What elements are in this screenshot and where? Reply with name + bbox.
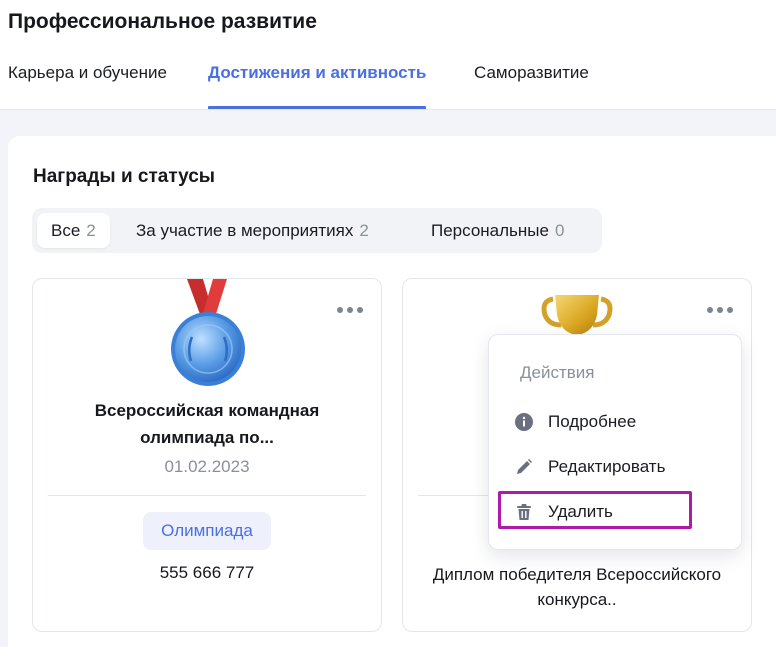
card-divider (48, 495, 366, 496)
more-options-icon[interactable] (337, 305, 363, 315)
award-title: Диплом победителя Всероссийского конкурс… (432, 565, 722, 609)
page-title: Профессиональное развитие (8, 10, 317, 33)
award-category-tag: Олимпиада (143, 512, 271, 550)
medal-icon (171, 279, 245, 386)
tab-label: Достижения и активность (208, 63, 427, 82)
filter-count: 2 (86, 221, 96, 240)
menu-item-details[interactable]: Подробнее (513, 407, 727, 437)
award-title: Всероссийская командная олимпиада по... (94, 401, 320, 447)
filter-label: Персональные (431, 221, 549, 240)
tab-label: Саморазвитие (474, 63, 589, 82)
filter-count: 0 (554, 221, 565, 240)
filter-label: За участие в мероприятиях (136, 221, 354, 240)
menu-item-label: Редактировать (548, 457, 666, 476)
highlight-box (498, 491, 692, 529)
filter-segmented-control: Все 2 За участие в мероприятиях 2 Персонал… (32, 208, 602, 253)
more-options-icon[interactable] (707, 305, 733, 315)
menu-item-label: Подробнее (548, 412, 637, 431)
tab-career-learning[interactable]: Карьера и обучение (8, 62, 167, 110)
award-number: 555 666 777 (159, 563, 255, 582)
info-icon (515, 413, 533, 431)
filter-label: Все (51, 221, 81, 240)
pencil-icon (517, 459, 532, 474)
award-date: 01.02.2023 (164, 457, 250, 476)
tab-achievements[interactable]: Достижения и активность (208, 62, 427, 110)
filter-events[interactable]: За участие в мероприятиях 2 (122, 213, 383, 248)
award-card[interactable]: Всероссийская командная олимпиада по... … (32, 278, 382, 632)
menu-item-edit[interactable]: Редактировать (513, 452, 727, 482)
filter-personal[interactable]: Персональные 0 (417, 213, 578, 248)
filter-count: 2 (359, 221, 369, 240)
section-title: Награды и статусы (33, 166, 216, 187)
filter-all[interactable]: Все 2 (37, 213, 110, 248)
tab-self-development[interactable]: Саморазвитие (474, 62, 589, 110)
menu-header: Действия (520, 363, 595, 382)
tab-label: Карьера и обучение (8, 63, 167, 82)
tab-bar: Карьера и обучение Достижения и активнос… (8, 62, 776, 110)
